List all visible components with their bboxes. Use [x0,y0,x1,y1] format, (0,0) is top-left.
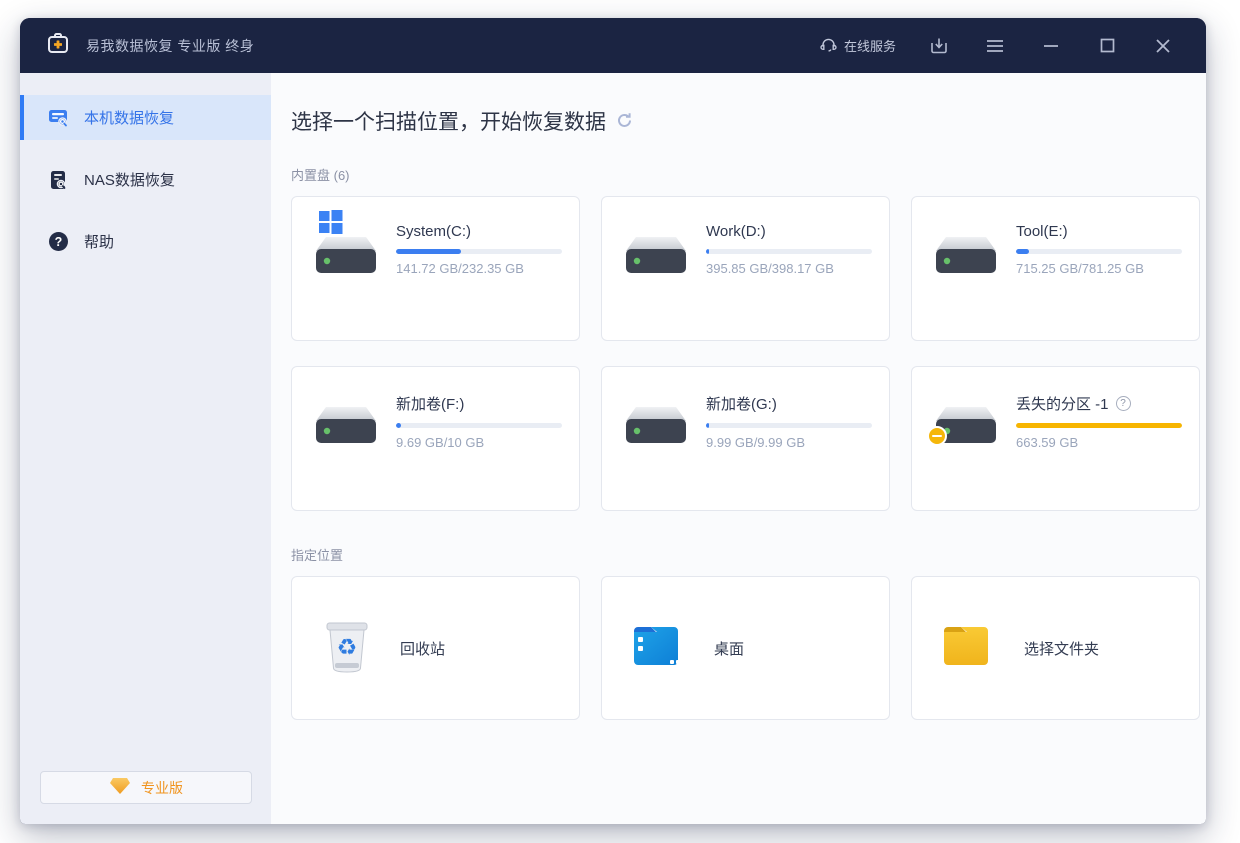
drive-capacity: 9.69 GB/10 GB [396,435,564,450]
app-window: 易我数据恢复 专业版 终身 在线服务 [20,18,1206,824]
drive-name: System(C:) [396,223,471,240]
app-title: 易我数据恢复 专业版 终身 [86,36,254,56]
location-card-recycle-bin[interactable]: ♻ 回收站 [291,576,580,720]
hard-drive-icon [624,391,692,447]
local-recovery-icon [47,107,69,129]
drive-capacity: 9.99 GB/9.99 GB [706,435,874,450]
lost-partition-badge-icon [927,426,947,446]
refresh-icon[interactable] [616,112,633,134]
hard-drive-icon [934,391,1002,447]
location-card-select-folder[interactable]: 选择文件夹 [911,576,1200,720]
drive-card-work-d[interactable]: Work(D:) 395.85 GB/398.17 GB [601,196,890,341]
location-label: 回收站 [400,638,445,659]
online-service-label: 在线服务 [844,36,896,55]
select-folder-icon [942,624,996,673]
lost-partition-help-icon[interactable]: ? [1116,396,1131,411]
online-service-button[interactable]: 在线服务 [820,36,896,56]
page-title: 选择一个扫描位置，开始恢复数据 [291,106,606,136]
sidebar-item-label: NAS数据恢复 [84,169,175,190]
hard-drive-icon [314,391,382,447]
gem-icon [109,777,131,798]
location-card-desktop[interactable]: 桌面 [601,576,890,720]
drive-card-volume-g[interactable]: 新加卷(G:) 9.99 GB/9.99 GB [601,366,890,511]
drive-capacity: 395.85 GB/398.17 GB [706,261,874,276]
usage-bar [1016,423,1182,428]
titlebar: 易我数据恢复 专业版 终身 在线服务 [20,18,1206,73]
app-logo-icon [46,31,70,60]
section-internal-disks: 内置盘 (6) [291,165,1206,184]
hard-drive-icon [314,221,382,277]
drive-name: 丢失的分区 -1 [1016,393,1109,414]
headset-icon [820,36,837,56]
maximize-button[interactable] [1094,33,1120,59]
nas-recovery-icon [47,169,69,191]
sidebar-item-label: 帮助 [84,231,114,252]
desktop-folder-icon [632,624,686,673]
section-specified-locations: 指定位置 [291,545,1206,564]
hard-drive-icon [624,221,692,277]
download-center-button[interactable] [926,33,952,59]
edition-label: 专业版 [141,778,183,798]
drive-card-volume-f[interactable]: 新加卷(F:) 9.69 GB/10 GB [291,366,580,511]
edition-upgrade-button[interactable]: 专业版 [40,771,252,804]
sidebar-item-label: 本机数据恢复 [84,107,174,128]
location-grid: ♻ 回收站 [291,576,1206,720]
svg-text:♻: ♻ [337,635,358,661]
main-content: 选择一个扫描位置，开始恢复数据 内置盘 (6) [271,73,1206,824]
menu-button[interactable] [982,33,1008,59]
drive-capacity: 141.72 GB/232.35 GB [396,261,564,276]
usage-bar [706,249,872,254]
drive-name: 新加卷(G:) [706,393,777,414]
internal-disk-grid: System(C:) 141.72 GB/232.35 GB Work(D:) … [291,196,1206,511]
help-icon: ? [47,231,69,253]
svg-text:?: ? [54,235,62,249]
sidebar-item-local-recovery[interactable]: 本机数据恢复 [20,95,271,140]
drive-card-system-c[interactable]: System(C:) 141.72 GB/232.35 GB [291,196,580,341]
usage-bar [396,423,562,428]
drive-card-tool-e[interactable]: Tool(E:) 715.25 GB/781.25 GB [911,196,1200,341]
hard-drive-icon [934,221,1002,277]
location-label: 选择文件夹 [1024,638,1099,659]
drive-name: Work(D:) [706,223,766,240]
drive-capacity: 663.59 GB [1016,435,1184,450]
drive-card-lost-partition[interactable]: 丢失的分区 -1 ? 663.59 GB [911,366,1200,511]
recycle-bin-icon: ♻ [322,618,372,679]
usage-bar [1016,249,1182,254]
drive-name: Tool(E:) [1016,223,1068,240]
drive-capacity: 715.25 GB/781.25 GB [1016,261,1184,276]
location-label: 桌面 [714,638,744,659]
sidebar-item-nas-recovery[interactable]: NAS数据恢复 [20,157,271,202]
drive-name: 新加卷(F:) [396,393,464,414]
usage-bar [396,249,562,254]
usage-bar [706,423,872,428]
minimize-button[interactable] [1038,33,1064,59]
close-button[interactable] [1150,33,1176,59]
sidebar-item-help[interactable]: ? 帮助 [20,219,271,264]
sidebar: 本机数据恢复 NAS数据恢复 [20,73,271,824]
